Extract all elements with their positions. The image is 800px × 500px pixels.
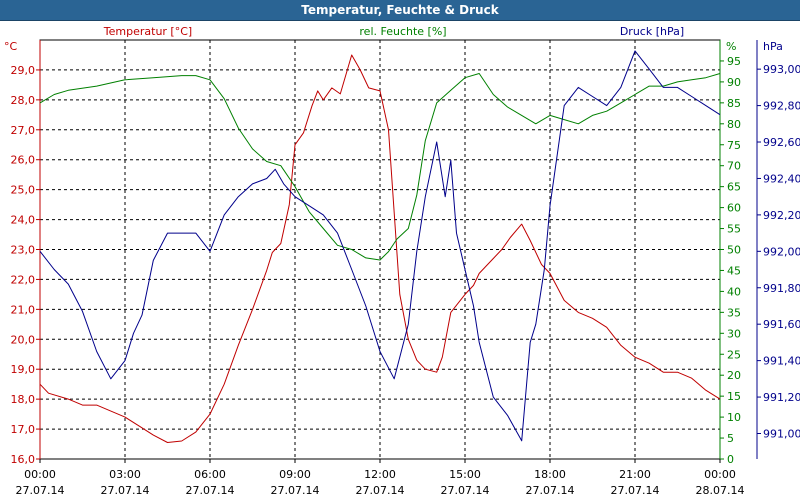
temperature-tick-label: 26,0	[11, 154, 36, 167]
humidity-tick-label: 0	[727, 453, 734, 466]
pressure-unit: hPa	[763, 40, 783, 53]
humidity-tick-label: 80	[727, 118, 741, 131]
combo-line-chart: 16,0 17,0 18,0 19,0 20,0 21,0 22,0 23,0 24,0 25,0…	[0, 21, 800, 500]
window-title-bar: Temperatur, Feuchte & Druck	[0, 0, 800, 21]
x-tick-time: 06:00	[194, 468, 226, 481]
pressure-tick-label: 993,00	[763, 63, 800, 76]
x-tick-date: 27.07.14	[186, 484, 235, 497]
humidity-tick-label: 75	[727, 139, 741, 152]
humidity-tick-label: 60	[727, 202, 741, 215]
x-tick-date: 27.07.14	[101, 484, 150, 497]
x-tick-date: 27.07.14	[611, 484, 660, 497]
humidity-tick-label: 70	[727, 160, 741, 173]
humidity-unit: %	[726, 40, 736, 53]
humidity-tick-label: 40	[727, 285, 741, 298]
pressure-tick-label: 992,40	[763, 172, 800, 185]
temperature-axis-name: Temperatur [°C]	[103, 25, 192, 38]
pressure-tick-label: 992,60	[763, 136, 800, 149]
humidity-tick-label: 10	[727, 411, 741, 424]
humidity-tick-label: 55	[727, 223, 741, 236]
humidity-tick-label: 20	[727, 369, 741, 382]
humidity-tick-label: 85	[727, 97, 741, 110]
temperature-tick-label: 21,0	[11, 303, 36, 316]
temperature-tick-label: 17,0	[11, 423, 36, 436]
humidity-tick-label: 45	[727, 264, 741, 277]
x-tick-date: 27.07.14	[441, 484, 490, 497]
humidity-tick-label: 35	[727, 306, 741, 319]
pressure-tick-label: 991,00	[763, 427, 800, 440]
temperature-tick-label: 22,0	[11, 273, 36, 286]
pressure-tick-label: 992,20	[763, 209, 800, 222]
x-tick-time: 00:00	[704, 468, 736, 481]
x-tick-date: 27.07.14	[271, 484, 320, 497]
humidity-tick-label: 65	[727, 181, 741, 194]
temperature-tick-label: 27,0	[11, 124, 36, 137]
temperature-tick-label: 28,0	[11, 94, 36, 107]
window-title: Temperatur, Feuchte & Druck	[301, 3, 499, 17]
temperature-tick-label: 19,0	[11, 363, 36, 376]
humidity-axis-name: rel. Feuchte [%]	[359, 25, 446, 38]
x-tick-time: 00:00	[24, 468, 56, 481]
humidity-tick-label: 15	[727, 390, 741, 403]
pressure-axis-name: Druck [hPa]	[620, 25, 684, 38]
humidity-tick-label: 90	[727, 76, 741, 89]
x-tick-time: 03:00	[109, 468, 141, 481]
pressure-tick-label: 991,60	[763, 318, 800, 331]
pressure-tick-label: 991,40	[763, 355, 800, 368]
x-tick-date: 27.07.14	[526, 484, 575, 497]
temperature-tick-label: 25,0	[11, 184, 36, 197]
x-tick-date: 27.07.14	[356, 484, 405, 497]
pressure-tick-label: 992,80	[763, 100, 800, 113]
humidity-tick-label: 25	[727, 348, 741, 361]
x-tick-time: 18:00	[534, 468, 566, 481]
temperature-tick-label: 16,0	[11, 453, 36, 466]
temperature-tick-label: 24,0	[11, 214, 36, 227]
x-tick-date: 27.07.14	[16, 484, 65, 497]
chart-background	[0, 21, 800, 500]
humidity-tick-label: 95	[727, 55, 741, 68]
pressure-tick-label: 991,80	[763, 282, 800, 295]
temperature-tick-label: 29,0	[11, 64, 36, 77]
temperature-unit: °C	[4, 40, 18, 53]
temperature-tick-label: 20,0	[11, 333, 36, 346]
pressure-tick-label: 992,00	[763, 245, 800, 258]
x-tick-time: 09:00	[279, 468, 311, 481]
x-tick-time: 12:00	[364, 468, 396, 481]
x-tick-time: 15:00	[449, 468, 481, 481]
pressure-tick-label: 991,20	[763, 391, 800, 404]
temperature-tick-label: 23,0	[11, 244, 36, 257]
temperature-tick-label: 18,0	[11, 393, 36, 406]
x-tick-time: 21:00	[619, 468, 651, 481]
humidity-tick-label: 5	[727, 432, 734, 445]
humidity-tick-label: 50	[727, 244, 741, 257]
humidity-tick-label: 30	[727, 327, 741, 340]
x-tick-date: 28.07.14	[696, 484, 745, 497]
